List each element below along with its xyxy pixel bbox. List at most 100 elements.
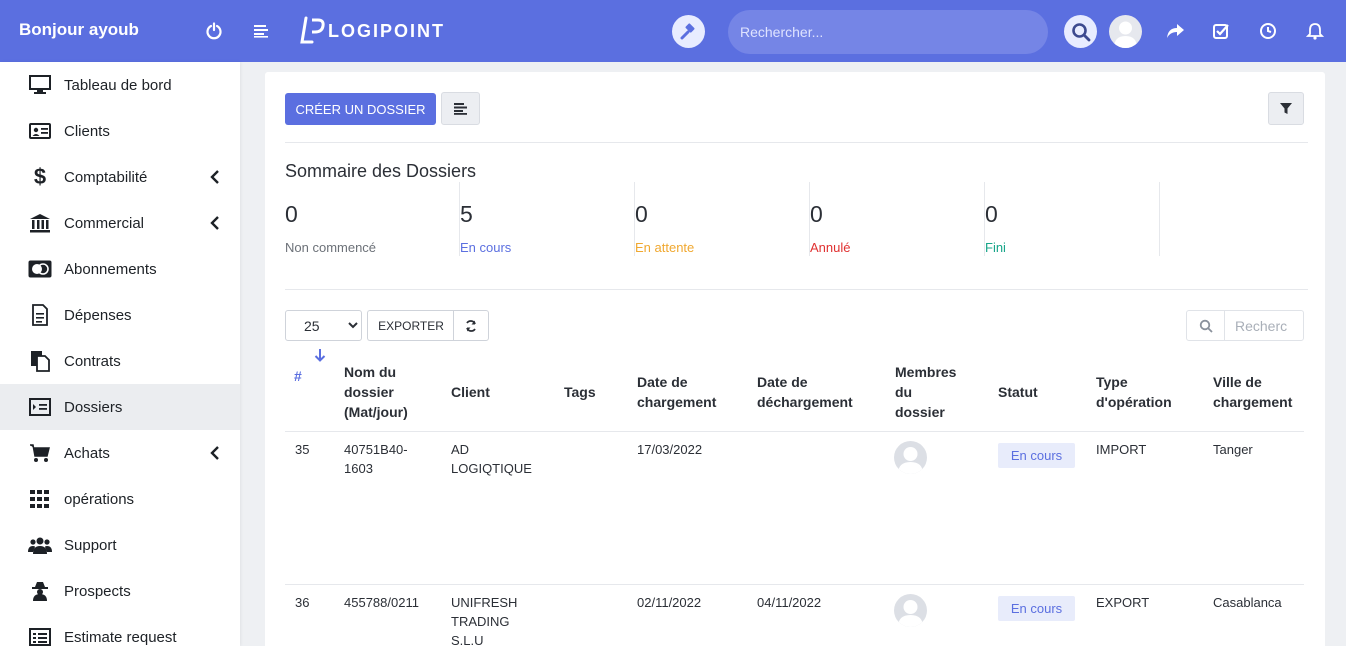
checkbox-icon[interactable] xyxy=(1210,20,1232,42)
cell-date-dechargement: 04/11/2022 xyxy=(757,595,822,610)
refresh-icon xyxy=(466,319,476,332)
sidebar-item-comptabilite[interactable]: $ Comptabilité xyxy=(0,154,240,200)
indent-icon xyxy=(28,395,52,419)
list-icon xyxy=(28,625,52,646)
sidebar-item-achats[interactable]: Achats xyxy=(0,430,240,476)
stat-value: 0 xyxy=(635,201,648,227)
cell-ville: Tanger xyxy=(1213,442,1253,457)
sidebar-item-label: Commercial xyxy=(64,214,145,232)
clock-icon[interactable] xyxy=(1257,20,1279,42)
cell-num: 35 xyxy=(295,442,310,457)
table-search-input[interactable] xyxy=(1225,311,1303,340)
col-header-line: Ville de xyxy=(1213,374,1262,390)
sidebar-item-label: Achats xyxy=(64,444,110,462)
sort-down-icon xyxy=(314,349,326,362)
stat-label: Annulé xyxy=(810,240,851,255)
sidebar-item-label: Clients xyxy=(64,122,110,140)
status-badge: En cours xyxy=(998,596,1075,621)
sidebar-item-label: Abonnements xyxy=(64,260,157,278)
list-view-button[interactable] xyxy=(441,92,480,125)
status-badge: En cours xyxy=(998,443,1075,468)
col-header-type[interactable]: Type d'opération xyxy=(1096,372,1172,412)
sidebar-item-label: Prospects xyxy=(64,582,131,600)
cell-nom: 40751B40- 1603 xyxy=(344,440,408,478)
table-search xyxy=(1186,310,1304,341)
sidebar-item-depenses[interactable]: Dépenses xyxy=(0,292,240,338)
sidebar-item-label: Tableau de bord xyxy=(64,76,172,94)
col-header-line: déchargement xyxy=(757,394,853,410)
chevron-left-icon xyxy=(208,169,222,185)
col-header-nom[interactable]: Nom du dossier (Mat/jour) xyxy=(344,362,408,422)
mastercard-icon xyxy=(28,257,52,281)
share-icon[interactable] xyxy=(1164,20,1186,42)
stat-label: En cours xyxy=(460,240,512,255)
gavel-icon[interactable] xyxy=(672,15,705,48)
stat-label: En attente xyxy=(635,240,695,255)
chevron-left-icon xyxy=(208,445,222,461)
power-icon[interactable] xyxy=(203,20,225,42)
cell-type: EXPORT xyxy=(1096,595,1150,610)
col-header-date-dechargement[interactable]: Date de déchargement xyxy=(757,372,853,412)
sidebar-item-contrats[interactable]: Contrats xyxy=(0,338,240,384)
cell-line: AD xyxy=(451,442,470,457)
page-size-select[interactable]: 25 xyxy=(285,310,362,341)
id-card-icon xyxy=(28,119,52,143)
sidebar-item-abonnements[interactable]: Abonnements xyxy=(0,246,240,292)
sidebar-item-prospects[interactable]: Prospects xyxy=(0,568,240,614)
grid-icon xyxy=(28,487,52,511)
member-avatar[interactable] xyxy=(894,594,927,627)
cell-line: LOGIQTIQUE xyxy=(451,461,532,476)
sidebar-item-clients[interactable]: Clients xyxy=(0,108,240,154)
col-header-statut[interactable]: Statut xyxy=(998,382,1038,402)
cell-line: S.L.U xyxy=(451,633,484,646)
user-avatar[interactable] xyxy=(1109,15,1142,48)
member-avatar[interactable] xyxy=(894,441,927,474)
stat-en-cours: 5 En cours xyxy=(460,182,635,256)
sidebar-item-estimate-request[interactable]: Estimate request xyxy=(0,614,240,646)
sidebar-item-dossiers[interactable]: Dossiers xyxy=(0,384,240,430)
cell-client: AD LOGIQTIQUE xyxy=(451,440,532,478)
sidebar-item-tableau-de-bord[interactable]: Tableau de bord xyxy=(0,62,240,108)
dollar-icon: $ xyxy=(33,164,47,189)
cell-line: 1603 xyxy=(344,461,373,476)
table-header-divider xyxy=(285,431,1304,432)
col-header-tags[interactable]: Tags xyxy=(564,382,596,402)
menu-icon[interactable] xyxy=(250,20,272,42)
filter-button[interactable] xyxy=(1268,92,1304,125)
spy-icon xyxy=(28,579,52,603)
cell-line: TRADING xyxy=(451,614,510,629)
col-header-client[interactable]: Client xyxy=(451,382,490,402)
logo-text: LOGIPOINT xyxy=(328,20,445,41)
bank-icon xyxy=(28,211,52,235)
col-header-date-chargement[interactable]: Date de chargement xyxy=(637,372,716,412)
bell-icon[interactable] xyxy=(1304,20,1326,42)
cell-line: 455788/0211 xyxy=(344,595,419,610)
export-button[interactable]: EXPORTER xyxy=(367,310,454,341)
stat-value: 0 xyxy=(285,201,298,227)
stat-label: Non commencé xyxy=(285,240,377,255)
sidebar-item-commercial[interactable]: Commercial xyxy=(0,200,240,246)
col-header-line: Nom du xyxy=(344,364,397,380)
col-header-num[interactable]: # xyxy=(294,349,326,386)
search-icon xyxy=(1187,311,1225,340)
col-header-membres[interactable]: Membres du dossier xyxy=(895,362,956,422)
sidebar-item-operations[interactable]: opérations xyxy=(0,476,240,522)
files-icon xyxy=(28,349,52,373)
cell-date-chargement: 17/03/2022 xyxy=(637,442,703,457)
global-search-input[interactable] xyxy=(728,10,1048,54)
stat-value: 5 xyxy=(460,201,473,227)
search-icon[interactable] xyxy=(1064,15,1097,48)
sidebar-item-label: Dépenses xyxy=(64,306,132,324)
create-dossier-button[interactable]: CRÉER UN DOSSIER xyxy=(285,93,436,125)
sidebar-item-support[interactable]: Support xyxy=(0,522,240,568)
col-header-line: Date de xyxy=(757,374,808,390)
divider xyxy=(285,289,1308,290)
col-header-line: dossier xyxy=(344,384,394,400)
sidebar-item-label: Contrats xyxy=(64,352,121,370)
col-header-ville[interactable]: Ville de chargement xyxy=(1213,372,1292,412)
col-header-label: # xyxy=(294,368,302,384)
cell-client: UNIFRESH TRADING S.L.U xyxy=(451,593,517,646)
logipoint-logo[interactable]: LOGIPOINT xyxy=(300,16,445,46)
sidebar-item-label: Dossiers xyxy=(64,398,123,416)
refresh-button[interactable] xyxy=(453,310,489,341)
